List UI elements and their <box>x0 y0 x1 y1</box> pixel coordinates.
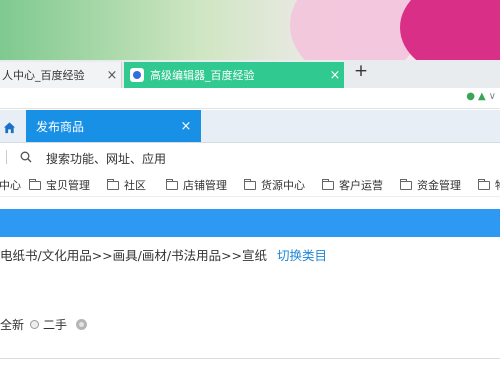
condition-used-label[interactable]: 二手 <box>43 316 67 333</box>
browser-tab-title: 人中心_百度经验 <box>2 69 85 82</box>
close-icon[interactable]: × <box>326 68 344 83</box>
browser-tab-title: 高级编辑器_百度经验 <box>150 69 255 82</box>
nav-item-label: 物 <box>495 177 500 193</box>
nav-item-customer-operations[interactable]: 客户运营 <box>322 177 383 193</box>
condition-options: 全新 二手 <box>0 315 88 333</box>
nav-item-label: 客户运营 <box>339 179 383 192</box>
folder-icon <box>478 178 490 190</box>
app-tab-publish-product[interactable]: 发布商品 × <box>26 110 201 142</box>
nav-item-source-center[interactable]: 货源中心 <box>244 177 305 193</box>
nav-item-label: 社区 <box>124 179 146 192</box>
category-path: 电纸书/文化用品>>画具/画材/书法用品>>宣纸 <box>0 248 268 263</box>
category-path-row: 电纸书/文化用品>>画具/画材/书法用品>>宣纸 切换类目 <box>0 245 500 265</box>
nav-item-logistics[interactable]: 物 <box>478 177 500 193</box>
chevron-down-icon[interactable]: ∨ <box>489 91 496 102</box>
folder-icon <box>166 178 178 190</box>
condition-new-label[interactable]: 全新 <box>0 316 24 333</box>
nav-item-label: 店铺管理 <box>183 179 227 192</box>
divider <box>6 150 7 164</box>
folder-icon <box>400 178 412 190</box>
folder-icon <box>107 178 119 190</box>
switch-category-link[interactable]: 切换类目 <box>277 248 327 263</box>
toolbar-strip: ● ▲ ∨ <box>0 88 500 109</box>
leaf-icon[interactable]: ▲ <box>478 91 486 102</box>
search-icon <box>20 151 32 163</box>
browser-tab-user-center[interactable]: 人中心_百度经验 × <box>0 62 122 88</box>
nav-item-center[interactable]: 中心 <box>0 177 21 193</box>
nav-item-label: 货源中心 <box>261 179 305 192</box>
nav-item-label: 资金管理 <box>417 179 461 192</box>
folder-icon <box>244 178 256 190</box>
nav-item-community[interactable]: 社区 <box>107 177 146 193</box>
extension-icons: ● ▲ ∨ <box>466 91 496 102</box>
folder-icon <box>29 178 41 190</box>
wallpaper-flower-pink <box>400 0 500 60</box>
nav-item-label: 宝贝管理 <box>46 179 90 192</box>
section-header-bar <box>0 209 500 237</box>
close-icon[interactable]: × <box>171 119 201 134</box>
desktop-wallpaper <box>0 0 500 60</box>
divider <box>0 358 500 359</box>
app-tab-title: 发布商品 <box>36 119 85 134</box>
home-icon[interactable] <box>0 118 18 136</box>
extension-icon[interactable]: ● <box>466 91 475 102</box>
new-tab-button[interactable]: + <box>350 61 372 85</box>
nav-item-item-management[interactable]: 宝贝管理 <box>29 177 90 193</box>
search-row: 搜索功能、网址、应用 <box>0 143 500 171</box>
nav-item-label: 中心 <box>0 179 21 192</box>
condition-used-radio[interactable] <box>30 319 40 329</box>
nav-item-shop-management[interactable]: 店铺管理 <box>166 177 227 193</box>
help-icon[interactable] <box>76 318 88 330</box>
search-input[interactable]: 搜索功能、网址、应用 <box>46 150 166 167</box>
function-nav: 中心 宝贝管理 社区 店铺管理 货源中心 客户运营 资金管理 物 <box>0 174 500 197</box>
baidu-paw-icon <box>130 68 144 82</box>
nav-item-funds-management[interactable]: 资金管理 <box>400 177 461 193</box>
app-tab-bar: 发布商品 × <box>0 110 500 143</box>
folder-icon <box>322 178 334 190</box>
browser-tab-advanced-editor[interactable]: 高级编辑器_百度经验 × <box>124 62 344 88</box>
close-icon[interactable]: × <box>103 68 121 83</box>
browser-tab-bar: 人中心_百度经验 × 高级编辑器_百度经验 × <box>0 60 500 88</box>
